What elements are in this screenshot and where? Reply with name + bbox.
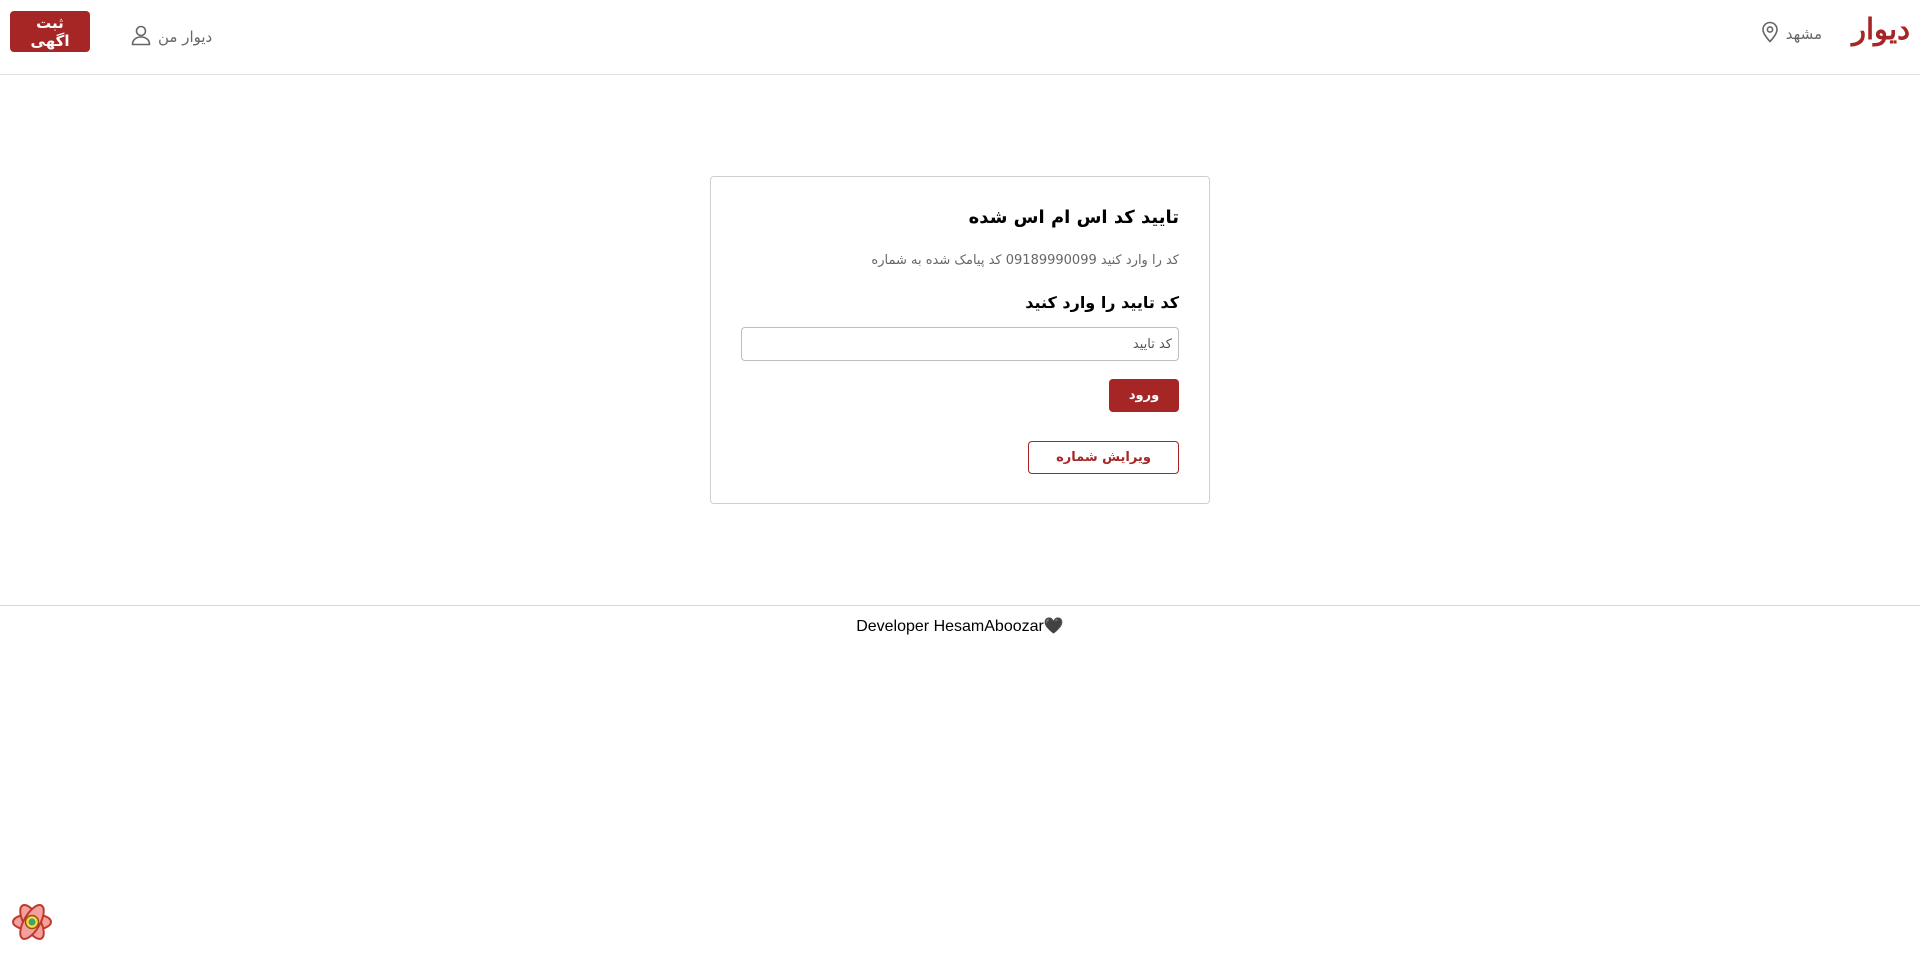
my-divar-label: دیوار من (158, 28, 213, 46)
code-field-label: کد تایید را وارد کنید (1025, 293, 1179, 312)
verify-description: کد را وارد کنید 09189990099 کد پیامک شده… (871, 253, 1179, 268)
city-selector[interactable]: مشهد (1760, 21, 1822, 47)
location-pin-icon (1760, 21, 1780, 47)
my-divar-link[interactable]: دیوار من (130, 24, 212, 50)
verify-title: تایید کد اس ام اس شده (968, 207, 1179, 228)
top-navbar: دیوار مشهد دیوار من ثبت اگهی (0, 0, 1920, 75)
divar-logo[interactable]: دیوار (1852, 12, 1910, 46)
footer-divider (0, 605, 1920, 606)
login-button[interactable]: ورود (1109, 379, 1179, 412)
footer-credit: Developer HesamAboozar🖤 (856, 618, 1064, 635)
react-query-devtools-icon[interactable] (10, 900, 54, 944)
city-label: مشهد (1785, 25, 1822, 43)
user-icon (130, 24, 152, 50)
verify-code-card: تایید کد اس ام اس شده کد را وارد کنید 09… (710, 176, 1210, 504)
verification-code-input[interactable] (741, 327, 1179, 361)
edit-number-button[interactable]: ویرایش شماره (1028, 441, 1179, 474)
post-ad-button[interactable]: ثبت اگهی (10, 11, 90, 52)
